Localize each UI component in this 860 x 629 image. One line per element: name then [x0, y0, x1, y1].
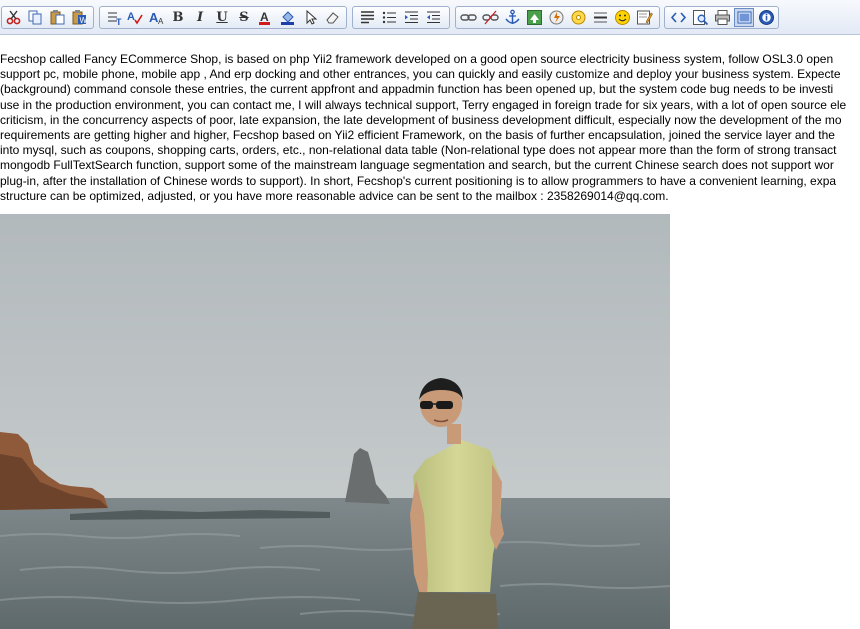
bold-icon[interactable]: B: [168, 8, 188, 27]
bullet-list-icon[interactable]: [379, 8, 399, 27]
horizontal-rule-icon[interactable]: [590, 8, 610, 27]
editor-content[interactable]: Fecshop called Fancy ECommerce Shop, is …: [0, 52, 860, 204]
content-line: support pc, mobile phone, mobile app , A…: [0, 67, 841, 82]
preview-icon[interactable]: [690, 8, 710, 27]
content-line: criticism, in the concurrency aspects of…: [0, 112, 842, 127]
svg-text:W: W: [79, 16, 87, 25]
font-name-icon[interactable]: AA: [146, 8, 166, 27]
clear-format-icon[interactable]: [322, 8, 342, 27]
svg-text:A: A: [127, 11, 135, 23]
paste-icon[interactable]: [47, 8, 67, 27]
spellcheck-icon[interactable]: A: [124, 8, 144, 27]
beach-photo: [0, 214, 670, 629]
anchor-icon[interactable]: [502, 8, 522, 27]
print-icon[interactable]: [712, 8, 732, 27]
flash-icon[interactable]: [546, 8, 566, 27]
select-all-icon[interactable]: [300, 8, 320, 27]
indent-icon[interactable]: [401, 8, 421, 27]
link-icon[interactable]: [458, 8, 478, 27]
content-line: into mysql, such as coupons, shopping ca…: [0, 143, 837, 158]
svg-text:A: A: [260, 10, 269, 24]
italic-icon[interactable]: I: [190, 8, 210, 27]
source-code-icon[interactable]: [668, 8, 688, 27]
edit-table-icon[interactable]: [634, 8, 654, 27]
strikethrough-icon[interactable]: S: [234, 8, 254, 27]
emoticon-icon[interactable]: [612, 8, 632, 27]
fullscreen-icon[interactable]: [734, 8, 754, 27]
media-icon[interactable]: [568, 8, 588, 27]
paste-word-icon[interactable]: W: [69, 8, 89, 27]
image-icon[interactable]: [524, 8, 544, 27]
highlight-color-icon[interactable]: [278, 8, 298, 27]
editor-toolbar: W T A AA B I U S A: [0, 0, 860, 35]
underline-icon[interactable]: U: [212, 8, 232, 27]
content-line: requirements are getting higher and high…: [0, 127, 835, 142]
copy-icon[interactable]: [25, 8, 45, 27]
font-color-icon[interactable]: A: [256, 8, 276, 27]
content-line: (background) command console these entri…: [0, 82, 834, 97]
svg-text:T: T: [116, 17, 122, 26]
sky: [0, 214, 670, 504]
align-icon[interactable]: [357, 8, 377, 27]
unlink-icon[interactable]: [480, 8, 500, 27]
svg-text:A: A: [158, 17, 164, 26]
content-line: use in the production environment, you c…: [0, 97, 847, 112]
about-icon[interactable]: [756, 8, 776, 27]
content-line: structure can be optimized, adjusted, or…: [0, 188, 669, 203]
font-size-icon[interactable]: T: [104, 8, 124, 27]
content-line: plug-in, after the installation of Chine…: [0, 173, 837, 188]
outdent-icon[interactable]: [423, 8, 443, 27]
content-line: mongodb FullTextSearch function, support…: [0, 158, 834, 173]
cut-icon[interactable]: [3, 8, 23, 27]
content-line: Fecshop called Fancy ECommerce Shop, is …: [0, 52, 834, 66]
